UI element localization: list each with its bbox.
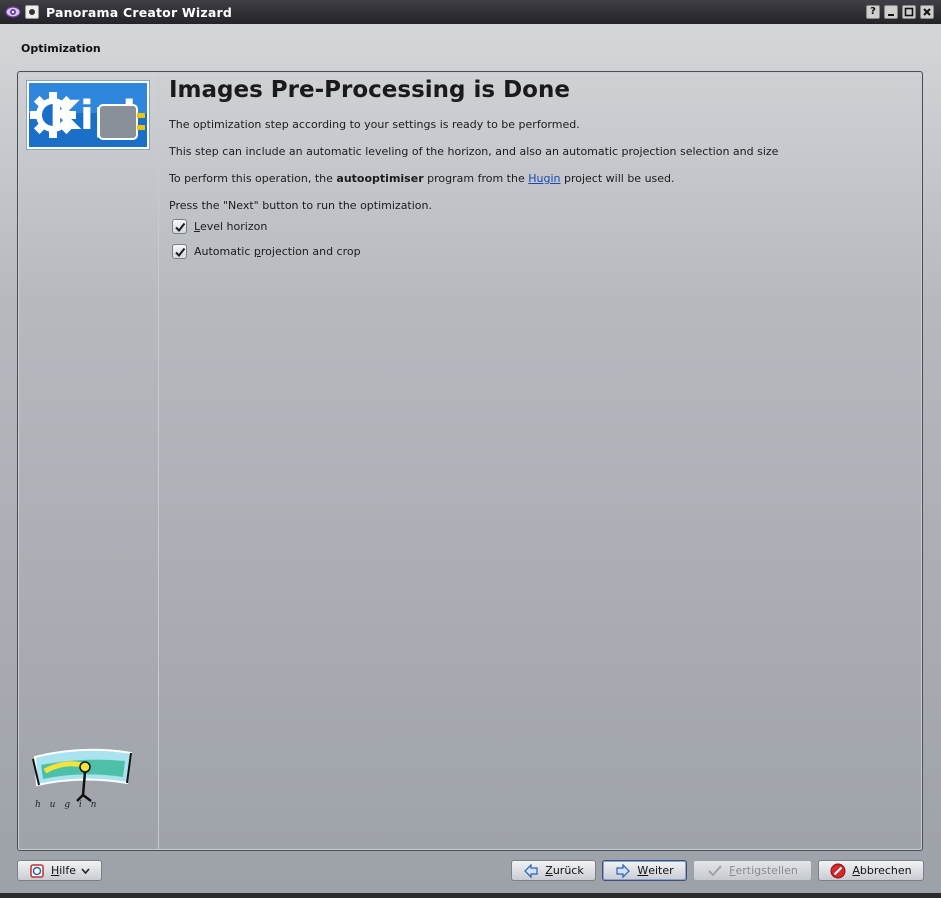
auto-projection-option[interactable]: Automatic projection and crop <box>172 244 361 259</box>
back-button[interactable]: Zurück <box>511 860 596 881</box>
instruction-paragraph: Press the "Next" button to run the optim… <box>169 199 433 212</box>
finish-button[interactable]: Fertigstellen <box>693 860 812 881</box>
button-bar: Hilfe Zurück Weiter Fertigstellen A bbre… <box>0 855 941 887</box>
arrow-left-icon <box>523 863 539 879</box>
tool-paragraph: To perform this operation, the autooptim… <box>169 172 675 185</box>
hugin-logo: h u g i n <box>32 748 133 810</box>
help-book-icon <box>29 863 45 879</box>
intro-paragraph: The optimization step according to your … <box>169 118 580 131</box>
tool-text-before: To perform this operation, the <box>169 172 337 185</box>
check-icon <box>175 247 186 258</box>
maximize-button[interactable] <box>902 5 916 19</box>
next-button[interactable]: Weiter <box>602 860 687 881</box>
arrow-right-icon <box>615 863 631 879</box>
minimize-button[interactable] <box>884 5 898 19</box>
chevron-down-icon <box>81 867 90 874</box>
program-name: autooptimiser <box>336 172 424 185</box>
eye-app-icon[interactable] <box>5 4 21 20</box>
tool-text-middle: program from the <box>423 172 529 185</box>
maximize-icon <box>904 7 914 17</box>
close-button[interactable] <box>920 5 934 19</box>
hugin-link[interactable]: Hugin <box>528 172 560 185</box>
window-title: Panorama Creator Wizard <box>46 5 232 20</box>
svg-text:h u g i n: h u g i n <box>35 800 99 810</box>
wizard-window: Panorama Creator Wizard ? Optimization K… <box>0 0 941 898</box>
help-window-button[interactable]: ? <box>866 5 880 19</box>
wizard-page-frame: Kipi h u g i n Images Pre-Processing is … <box>17 71 923 851</box>
close-icon <box>923 8 931 16</box>
auto-projection-label: Automatic projection and crop <box>194 245 361 258</box>
page-title: Images Pre-Processing is Done <box>169 77 570 103</box>
stop-icon <box>830 863 846 879</box>
window-bottom-border <box>0 893 941 898</box>
step-header: Optimization <box>21 42 101 55</box>
help-button[interactable]: Hilfe <box>17 860 102 881</box>
cancel-button[interactable]: Abbrechen <box>818 860 924 881</box>
window-menu-icon[interactable] <box>25 5 39 19</box>
side-panel: Kipi h u g i n <box>19 73 159 849</box>
kipi-logo: Kipi <box>26 80 150 150</box>
level-horizon-option[interactable]: Level horizon <box>172 219 267 234</box>
title-bar[interactable]: Panorama Creator Wizard ? <box>0 0 941 24</box>
level-horizon-label: Level horizon <box>194 220 268 233</box>
checkmark-icon <box>707 863 723 879</box>
auto-projection-checkbox[interactable] <box>172 244 187 259</box>
minimize-icon <box>888 14 894 16</box>
tool-text-after: project will be used. <box>560 172 675 185</box>
check-icon <box>175 222 186 233</box>
level-horizon-checkbox[interactable] <box>172 219 187 234</box>
description-paragraph: This step can include an automatic level… <box>169 145 779 158</box>
